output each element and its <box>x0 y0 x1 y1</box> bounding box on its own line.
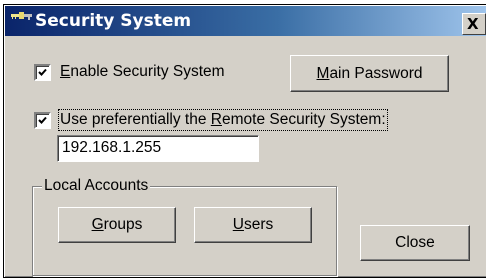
remote-security-label: Use preferentially the Remote Security S… <box>58 109 388 131</box>
groups-button-label: Groups <box>91 216 143 233</box>
close-window-button[interactable]: X <box>462 13 486 35</box>
check-mark-icon <box>38 68 47 76</box>
remote-security-checkbox[interactable] <box>34 111 51 129</box>
close-button[interactable]: Close <box>360 225 470 261</box>
remote-security-checkbox-row[interactable]: Use preferentially the Remote Security S… <box>34 109 388 131</box>
security-system-dialog: Security System X Enable Security System… <box>3 4 486 278</box>
close-icon: X <box>467 15 479 33</box>
check-mark-icon <box>38 116 47 124</box>
local-accounts-legend: Local Accounts <box>42 177 151 195</box>
main-password-button-label: Main Password <box>316 64 423 82</box>
main-password-button[interactable]: Main Password <box>290 55 449 92</box>
groups-button[interactable]: Groups <box>58 207 176 243</box>
users-button-label: Users <box>232 216 274 233</box>
keys-icon <box>11 12 32 20</box>
close-button-label: Close <box>395 234 435 251</box>
window-title: Security System <box>35 11 192 31</box>
remote-address-input[interactable]: 192.168.1.255 <box>57 135 259 162</box>
enable-security-checkbox[interactable] <box>34 63 51 81</box>
users-button[interactable]: Users <box>194 207 312 243</box>
enable-security-label: Enable Security System <box>60 63 225 80</box>
enable-security-checkbox-row[interactable]: Enable Security System <box>34 63 225 81</box>
title-bar[interactable]: Security System <box>5 6 486 36</box>
